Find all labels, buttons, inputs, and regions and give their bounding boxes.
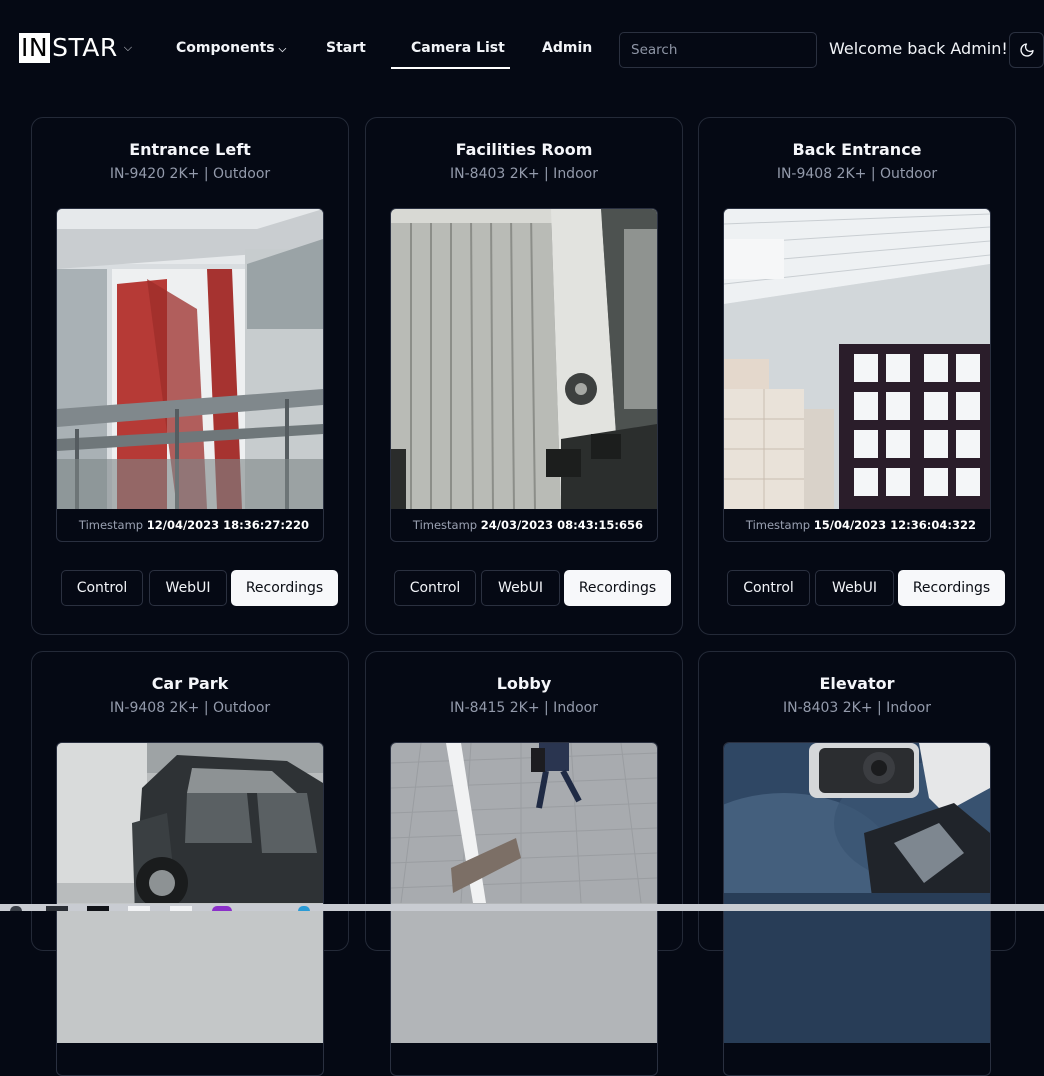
- camera-model: IN-8415 2K+ | Indoor: [450, 700, 598, 716]
- webui-button[interactable]: WebUI: [481, 570, 560, 606]
- taskbar-app-icon[interactable]: [46, 906, 68, 911]
- camera-name: Entrance Left: [129, 140, 251, 159]
- camera-name: Car Park: [151, 674, 229, 693]
- control-button[interactable]: Control: [727, 570, 810, 606]
- recordings-button[interactable]: Recordings: [231, 570, 338, 606]
- snapshot-timestamp: Timestamp 24/03/2023 08:43:15:656: [412, 518, 643, 532]
- moon-icon: [1019, 43, 1034, 57]
- recordings-button[interactable]: Recordings: [564, 570, 671, 606]
- webui-button[interactable]: WebUI: [815, 570, 894, 606]
- top-navbar: IN STAR ⌵ Components ⌵ Start Camera List A…: [0, 0, 1044, 100]
- camera-model: IN-9408 2K+ | Outdoor: [109, 700, 271, 716]
- logo-dropdown[interactable]: IN STAR ⌵: [19, 33, 132, 63]
- camera-card: Entrance Left IN-9420 2K+ | Outdoor Time…: [31, 117, 349, 635]
- taskbar-app-icon[interactable]: [128, 906, 150, 911]
- camera-model: IN-9408 2K+ | Outdoor: [776, 166, 938, 182]
- camera-snapshot[interactable]: Timestamp 24/03/2023 08:43:15:656: [390, 208, 658, 542]
- taskbar-app-icon[interactable]: [87, 906, 109, 911]
- os-taskbar: [0, 904, 1044, 911]
- active-nav-indicator: [391, 67, 510, 69]
- snapshot-image: [391, 743, 657, 1043]
- welcome-message: Welcome back Admin!: [829, 39, 1008, 58]
- nav-components[interactable]: Components ⌵: [176, 40, 286, 62]
- camera-name: Facilities Room: [455, 140, 593, 159]
- camera-name: Lobby: [496, 674, 552, 693]
- snapshot-image: [724, 743, 990, 1043]
- snapshot-timestamp: Timestamp 15/04/2023 12:36:04:322: [745, 518, 976, 532]
- snapshot-timestamp: Timestamp 12/04/2023 18:36:27:220: [78, 518, 309, 532]
- nav-admin[interactable]: Admin: [542, 40, 592, 62]
- camera-card: Facilities Room IN-8403 2K+ | Indoor Tim…: [365, 117, 683, 635]
- camera-model: IN-8403 2K+ | Indoor: [450, 166, 598, 182]
- control-button[interactable]: Control: [61, 570, 143, 606]
- taskbar-app-icon[interactable]: [170, 906, 192, 911]
- snapshot-image: [391, 209, 657, 509]
- chevron-down-icon: ⌵: [278, 44, 287, 55]
- chevron-down-icon: ⌵: [123, 41, 133, 54]
- nav-start[interactable]: Start: [326, 40, 366, 62]
- snapshot-image: [724, 209, 990, 509]
- theme-toggle-button[interactable]: [1009, 32, 1044, 68]
- taskbar-app-icon[interactable]: [298, 906, 310, 911]
- snapshot-image: [57, 743, 323, 1043]
- snapshot-image: [57, 209, 323, 509]
- recordings-button[interactable]: Recordings: [898, 570, 1005, 606]
- search-input[interactable]: [619, 32, 817, 68]
- camera-model: IN-8403 2K+ | Indoor: [783, 700, 931, 716]
- nav-camera-list[interactable]: Camera List: [411, 40, 505, 62]
- instar-logo: IN STAR: [19, 33, 118, 63]
- webui-button[interactable]: WebUI: [149, 570, 227, 606]
- control-button[interactable]: Control: [394, 570, 476, 606]
- camera-snapshot[interactable]: Timestamp 15/04/2023 12:36:04:322: [723, 208, 991, 542]
- camera-card: Back Entrance IN-9408 2K+ | Outdoor Time…: [698, 117, 1016, 635]
- camera-model: IN-9420 2K+ | Outdoor: [109, 166, 271, 182]
- camera-name: Back Entrance: [792, 140, 922, 159]
- start-icon[interactable]: [10, 906, 22, 911]
- taskbar-app-icon[interactable]: [212, 906, 232, 911]
- camera-snapshot[interactable]: Timestamp 12/04/2023 18:36:27:220: [56, 208, 324, 542]
- camera-name: Elevator: [819, 674, 895, 693]
